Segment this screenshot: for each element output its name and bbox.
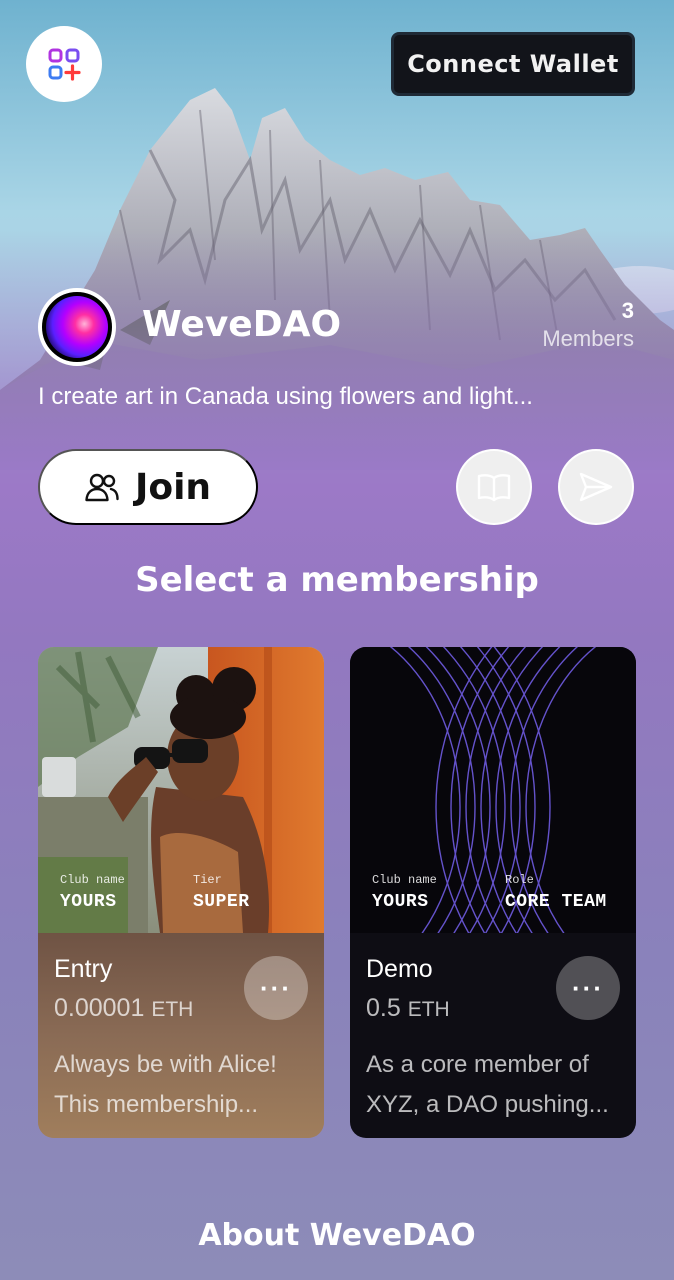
app-logo-button[interactable] xyxy=(26,26,102,102)
send-icon xyxy=(579,472,613,502)
role-meta-demo: Role CORE TEAM xyxy=(505,873,607,912)
price-unit: ETH xyxy=(407,998,450,1021)
more-options-button[interactable]: ··· xyxy=(244,956,308,1020)
price-value: 0.5 xyxy=(366,994,401,1022)
role-label: Role xyxy=(505,873,534,887)
club-name-value: YOURS xyxy=(372,892,429,912)
membership-description: Always be with Alice! This membership... xyxy=(54,1051,277,1118)
share-button[interactable] xyxy=(558,449,634,525)
tier-label: Tier xyxy=(193,873,222,887)
role-value: CORE TEAM xyxy=(505,892,607,912)
price-value: 0.00001 xyxy=(54,994,145,1022)
club-meta-entry: Club name YOURS xyxy=(60,873,125,912)
users-icon xyxy=(85,473,119,502)
dao-avatar xyxy=(38,288,116,366)
dao-description: I create art in Canada using flowers and… xyxy=(38,383,533,410)
membership-description: As a core member of XYZ, a DAO pushing..… xyxy=(366,1051,609,1118)
club-meta-demo: Club name YOURS xyxy=(372,873,437,912)
join-label: Join xyxy=(134,466,212,508)
club-name-label: Club name xyxy=(60,873,125,887)
about-title: About WeveDAO xyxy=(198,1218,476,1253)
price-unit: ETH xyxy=(151,998,194,1021)
book-icon xyxy=(477,474,511,502)
more-options-button[interactable]: ··· xyxy=(556,956,620,1020)
membership-art-demo: Club name YOURS Role CORE TEAM xyxy=(350,647,636,933)
connect-wallet-button[interactable]: Connect Wallet xyxy=(391,32,635,96)
join-button[interactable]: Join xyxy=(38,449,258,525)
members-count-block[interactable]: 3 Members xyxy=(542,298,634,352)
club-name-label: Club name xyxy=(372,873,437,887)
dao-name: WeveDAO xyxy=(142,304,342,345)
members-count: 3 xyxy=(621,298,634,323)
app-grid-plus-icon xyxy=(48,48,81,81)
members-label: Members xyxy=(542,326,634,351)
tier-value: SUPER xyxy=(193,892,250,912)
tier-meta-entry: Tier SUPER xyxy=(193,873,250,912)
memberships-title: Select a membership xyxy=(135,560,539,600)
membership-card-entry[interactable]: Club name YOURS Tier SUPER Entry 0.00001… xyxy=(38,647,324,1138)
membership-art-entry: Club name YOURS Tier SUPER xyxy=(38,647,324,933)
membership-card-demo[interactable]: Club name YOURS Role CORE TEAM Demo 0.5 … xyxy=(350,647,636,1138)
club-name-value: YOURS xyxy=(60,892,117,912)
docs-button[interactable] xyxy=(456,449,532,525)
